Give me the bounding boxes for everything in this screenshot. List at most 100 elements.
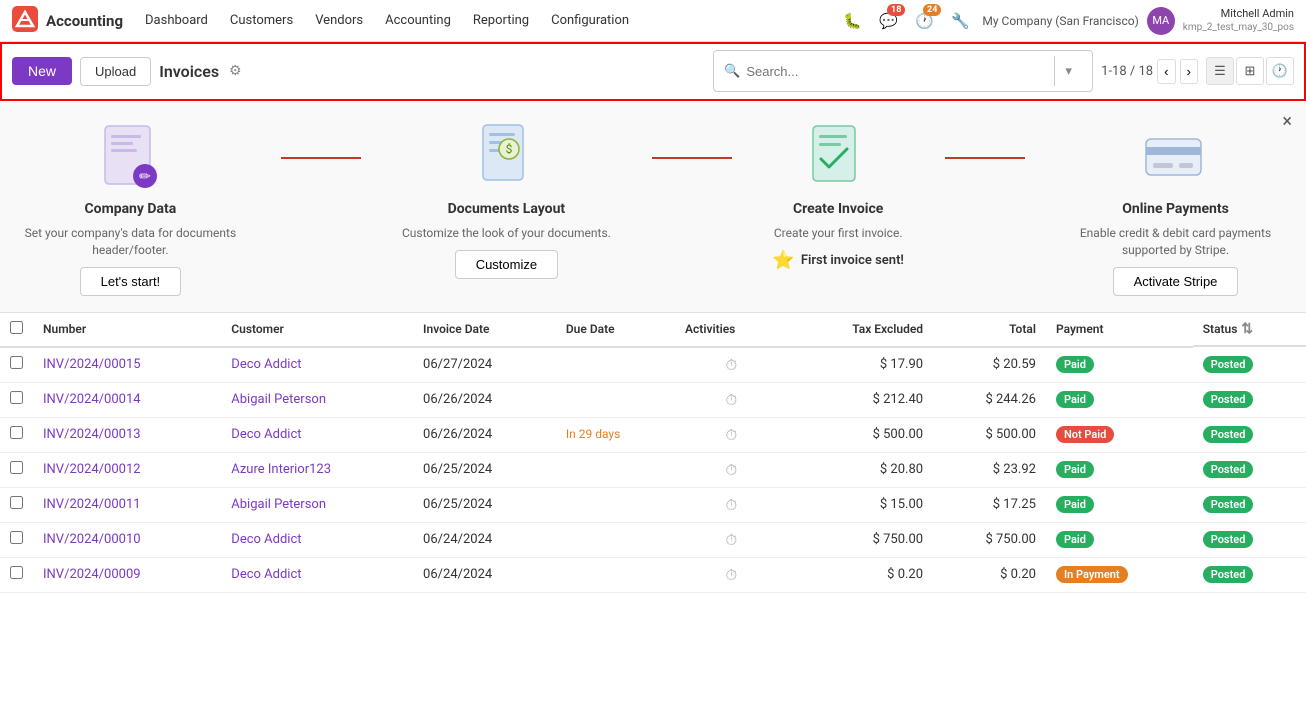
row-checkbox-cell[interactable] <box>0 522 33 557</box>
svg-text:✏: ✏ <box>140 169 152 185</box>
activities-cell[interactable]: ⏱ <box>675 347 788 383</box>
row-checkbox-cell[interactable] <box>0 347 33 383</box>
nav-avatar[interactable]: MA <box>1147 7 1175 35</box>
customer-name[interactable]: Azure Interior123 <box>221 452 413 487</box>
row-checkbox-cell[interactable] <box>0 417 33 452</box>
search-input[interactable] <box>746 64 1048 79</box>
clock-view-button[interactable]: 🕐 <box>1266 57 1294 85</box>
payment-status-cell: Paid <box>1046 382 1193 417</box>
nav-item-vendors[interactable]: Vendors <box>305 7 373 34</box>
table-row[interactable]: INV/2024/00014 Abigail Peterson 06/26/20… <box>0 382 1306 417</box>
due-date <box>556 382 675 417</box>
payment-status-cell: Paid <box>1046 487 1193 522</box>
activate-stripe-button[interactable]: Activate Stripe <box>1113 267 1239 296</box>
invoice-number[interactable]: INV/2024/00011 <box>33 487 221 522</box>
nav-right: 🐛 💬 18 🕐 24 🔧 My Company (San Francisco)… <box>838 7 1294 35</box>
clock-icon-button[interactable]: 🕐 24 <box>910 7 938 35</box>
payment-badge: Paid <box>1056 461 1094 478</box>
messages-icon-button[interactable]: 💬 18 <box>874 7 902 35</box>
new-button[interactable]: New <box>12 57 72 85</box>
step-company-data-desc: Set your company's data for documents he… <box>20 225 240 259</box>
step-documents-layout-title: Documents Layout <box>448 201 565 217</box>
activities-cell[interactable]: ⏱ <box>675 522 788 557</box>
invoice-number[interactable]: INV/2024/00012 <box>33 452 221 487</box>
th-total: Total <box>933 313 1046 347</box>
connector-2 <box>652 157 732 159</box>
nav-item-dashboard[interactable]: Dashboard <box>135 7 218 34</box>
first-invoice-sent: ⭐ First invoice sent! <box>772 250 904 271</box>
status-badge: Posted <box>1203 566 1254 583</box>
row-checkbox[interactable] <box>10 531 23 544</box>
row-checkbox-cell[interactable] <box>0 382 33 417</box>
total-amount: $ 23.92 <box>933 452 1046 487</box>
invoice-number[interactable]: INV/2024/00014 <box>33 382 221 417</box>
activities-cell[interactable]: ⏱ <box>675 382 788 417</box>
activities-cell[interactable]: ⏱ <box>675 452 788 487</box>
close-banner-button[interactable]: × <box>1282 111 1292 132</box>
invoice-number[interactable]: INV/2024/00015 <box>33 347 221 383</box>
table-row[interactable]: INV/2024/00012 Azure Interior123 06/25/2… <box>0 452 1306 487</box>
row-checkbox-cell[interactable] <box>0 452 33 487</box>
connector-3 <box>945 157 1025 159</box>
row-checkbox[interactable] <box>10 426 23 439</box>
step-documents-layout: $ Documents Layout Customize the look of… <box>402 121 611 279</box>
select-all-checkbox[interactable] <box>10 321 23 334</box>
status-badge: Posted <box>1203 461 1254 478</box>
table-row[interactable]: INV/2024/00011 Abigail Peterson 06/25/20… <box>0 487 1306 522</box>
total-amount: $ 0.20 <box>933 557 1046 592</box>
invoice-date: 06/25/2024 <box>413 487 556 522</box>
row-checkbox[interactable] <box>10 566 23 579</box>
invoice-number[interactable]: INV/2024/00010 <box>33 522 221 557</box>
payment-badge: Not Paid <box>1056 426 1114 443</box>
activity-clock-icon: ⏱ <box>725 461 737 479</box>
list-view-button[interactable]: ☰ <box>1206 57 1234 85</box>
invoice-number[interactable]: INV/2024/00009 <box>33 557 221 592</box>
select-all-header[interactable] <box>0 313 33 347</box>
nav-item-reporting[interactable]: Reporting <box>463 7 539 34</box>
search-dropdown-arrow[interactable]: ▾ <box>1054 56 1082 86</box>
row-checkbox[interactable] <box>10 391 23 404</box>
invoice-number[interactable]: INV/2024/00013 <box>33 417 221 452</box>
kanban-view-button[interactable]: ⊞ <box>1236 57 1264 85</box>
payment-badge: Paid <box>1056 531 1094 548</box>
customer-name[interactable]: Deco Addict <box>221 522 413 557</box>
row-checkbox-cell[interactable] <box>0 487 33 522</box>
search-bar: 🔍 ▾ <box>713 50 1093 92</box>
customize-button[interactable]: Customize <box>455 250 558 279</box>
online-payments-icon <box>1140 121 1212 193</box>
payment-badge: Paid <box>1056 391 1094 408</box>
next-page-button[interactable]: › <box>1180 59 1198 84</box>
customer-name[interactable]: Deco Addict <box>221 417 413 452</box>
nav-item-configuration[interactable]: Configuration <box>541 7 639 34</box>
table-row[interactable]: INV/2024/00010 Deco Addict 06/24/2024 ⏱ … <box>0 522 1306 557</box>
activities-cell[interactable]: ⏱ <box>675 557 788 592</box>
row-checkbox-cell[interactable] <box>0 557 33 592</box>
upload-button[interactable]: Upload <box>80 57 151 86</box>
invoice-date: 06/24/2024 <box>413 557 556 592</box>
step-company-data: ✏ Company Data Set your company's data f… <box>20 121 240 296</box>
customer-name[interactable]: Abigail Peterson <box>221 382 413 417</box>
table-row[interactable]: INV/2024/00013 Deco Addict 06/26/2024 In… <box>0 417 1306 452</box>
row-checkbox[interactable] <box>10 356 23 369</box>
nav-item-customers[interactable]: Customers <box>220 7 303 34</box>
due-date <box>556 347 675 383</box>
row-checkbox[interactable] <box>10 496 23 509</box>
bug-icon-button[interactable]: 🐛 <box>838 7 866 35</box>
customer-name[interactable]: Deco Addict <box>221 347 413 383</box>
tax-excluded-amount: $ 17.90 <box>788 347 933 383</box>
nav-item-accounting[interactable]: Accounting <box>375 7 461 34</box>
activities-cell[interactable]: ⏱ <box>675 417 788 452</box>
th-activities: Activities <box>675 313 788 347</box>
prev-page-button[interactable]: ‹ <box>1157 59 1175 84</box>
filter-icon[interactable]: ⇅ <box>1241 321 1253 337</box>
table-row[interactable]: INV/2024/00015 Deco Addict 06/27/2024 ⏱ … <box>0 347 1306 383</box>
activities-cell[interactable]: ⏱ <box>675 487 788 522</box>
customer-name[interactable]: Deco Addict <box>221 557 413 592</box>
settings-icon-button[interactable]: 🔧 <box>946 7 974 35</box>
customer-name[interactable]: Abigail Peterson <box>221 487 413 522</box>
row-checkbox[interactable] <box>10 461 23 474</box>
gear-icon[interactable]: ⚙ <box>229 63 242 79</box>
lets-start-button[interactable]: Let's start! <box>80 267 182 296</box>
table-row[interactable]: INV/2024/00009 Deco Addict 06/24/2024 ⏱ … <box>0 557 1306 592</box>
step-online-payments: Online Payments Enable credit & debit ca… <box>1066 121 1286 296</box>
